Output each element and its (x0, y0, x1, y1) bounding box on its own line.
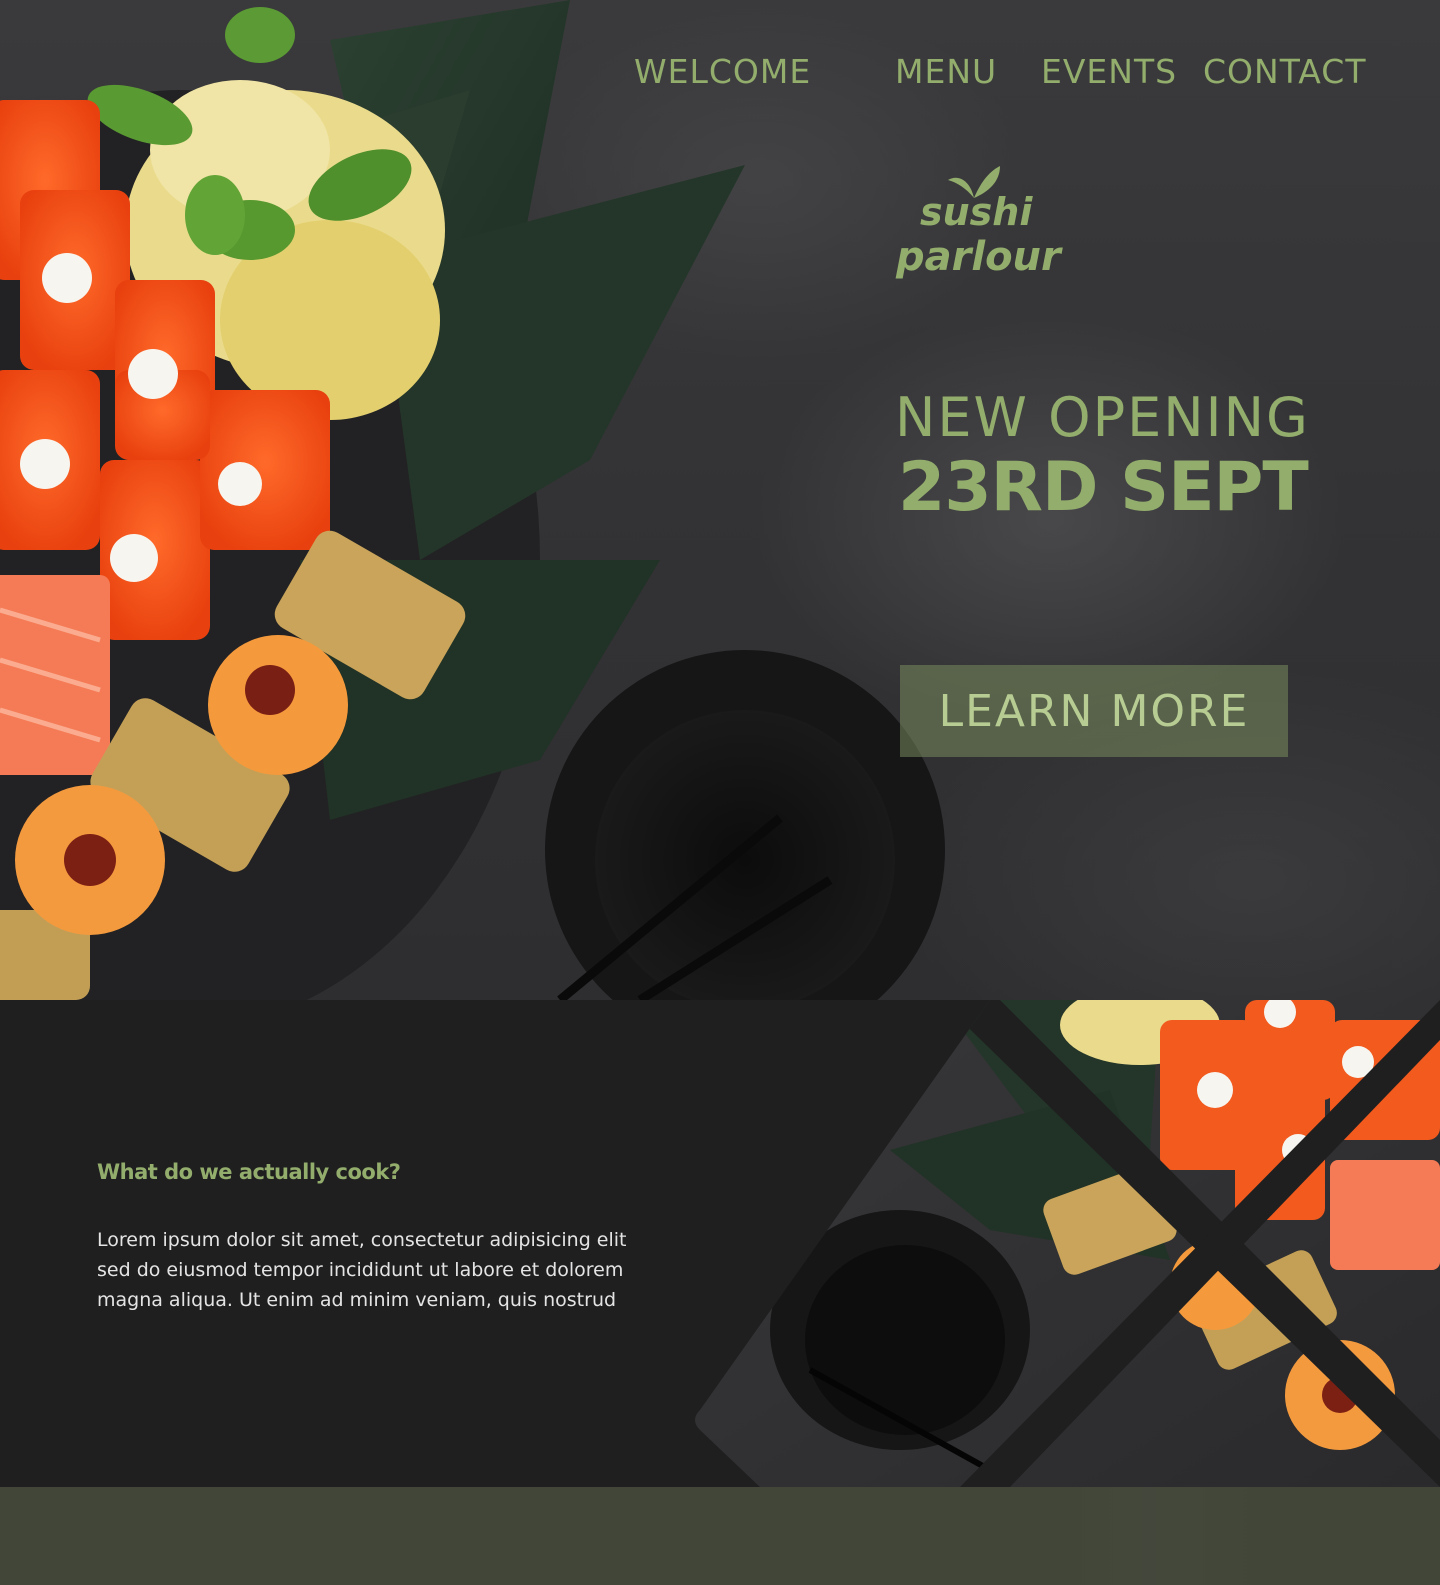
logo-wordmark-line2: parlour (896, 234, 1061, 280)
about-body-text: Lorem ipsum dolor sit amet, consectetur … (97, 1229, 627, 1311)
nav-item-menu[interactable]: MENU (895, 52, 997, 91)
main-nav: WELCOME MENU EVENTS CONTACT (0, 52, 1440, 96)
hero-date: 23RD SEPT (898, 448, 1309, 527)
learn-more-button[interactable]: LEARN MORE (900, 665, 1288, 757)
logo-wordmark-line1: sushi (920, 190, 1033, 234)
nav-item-contact[interactable]: CONTACT (1203, 52, 1367, 91)
footer-band (0, 1487, 1440, 1585)
nav-item-events[interactable]: EVENTS (1041, 52, 1177, 91)
hero-section: WELCOME MENU EVENTS CONTACT sushi parlou… (0, 0, 1440, 1000)
about-section: What do we actually cook? Lorem ipsum do… (0, 1000, 1440, 1487)
nav-item-welcome[interactable]: WELCOME (634, 52, 811, 91)
brand-logo[interactable]: sushi parlour (896, 164, 1061, 294)
sushi-collage-image (695, 1000, 1440, 1487)
band-decoration (1060, 1487, 1280, 1585)
hero-headline: NEW OPENING (895, 386, 1310, 449)
about-heading: What do we actually cook? (97, 1160, 401, 1184)
